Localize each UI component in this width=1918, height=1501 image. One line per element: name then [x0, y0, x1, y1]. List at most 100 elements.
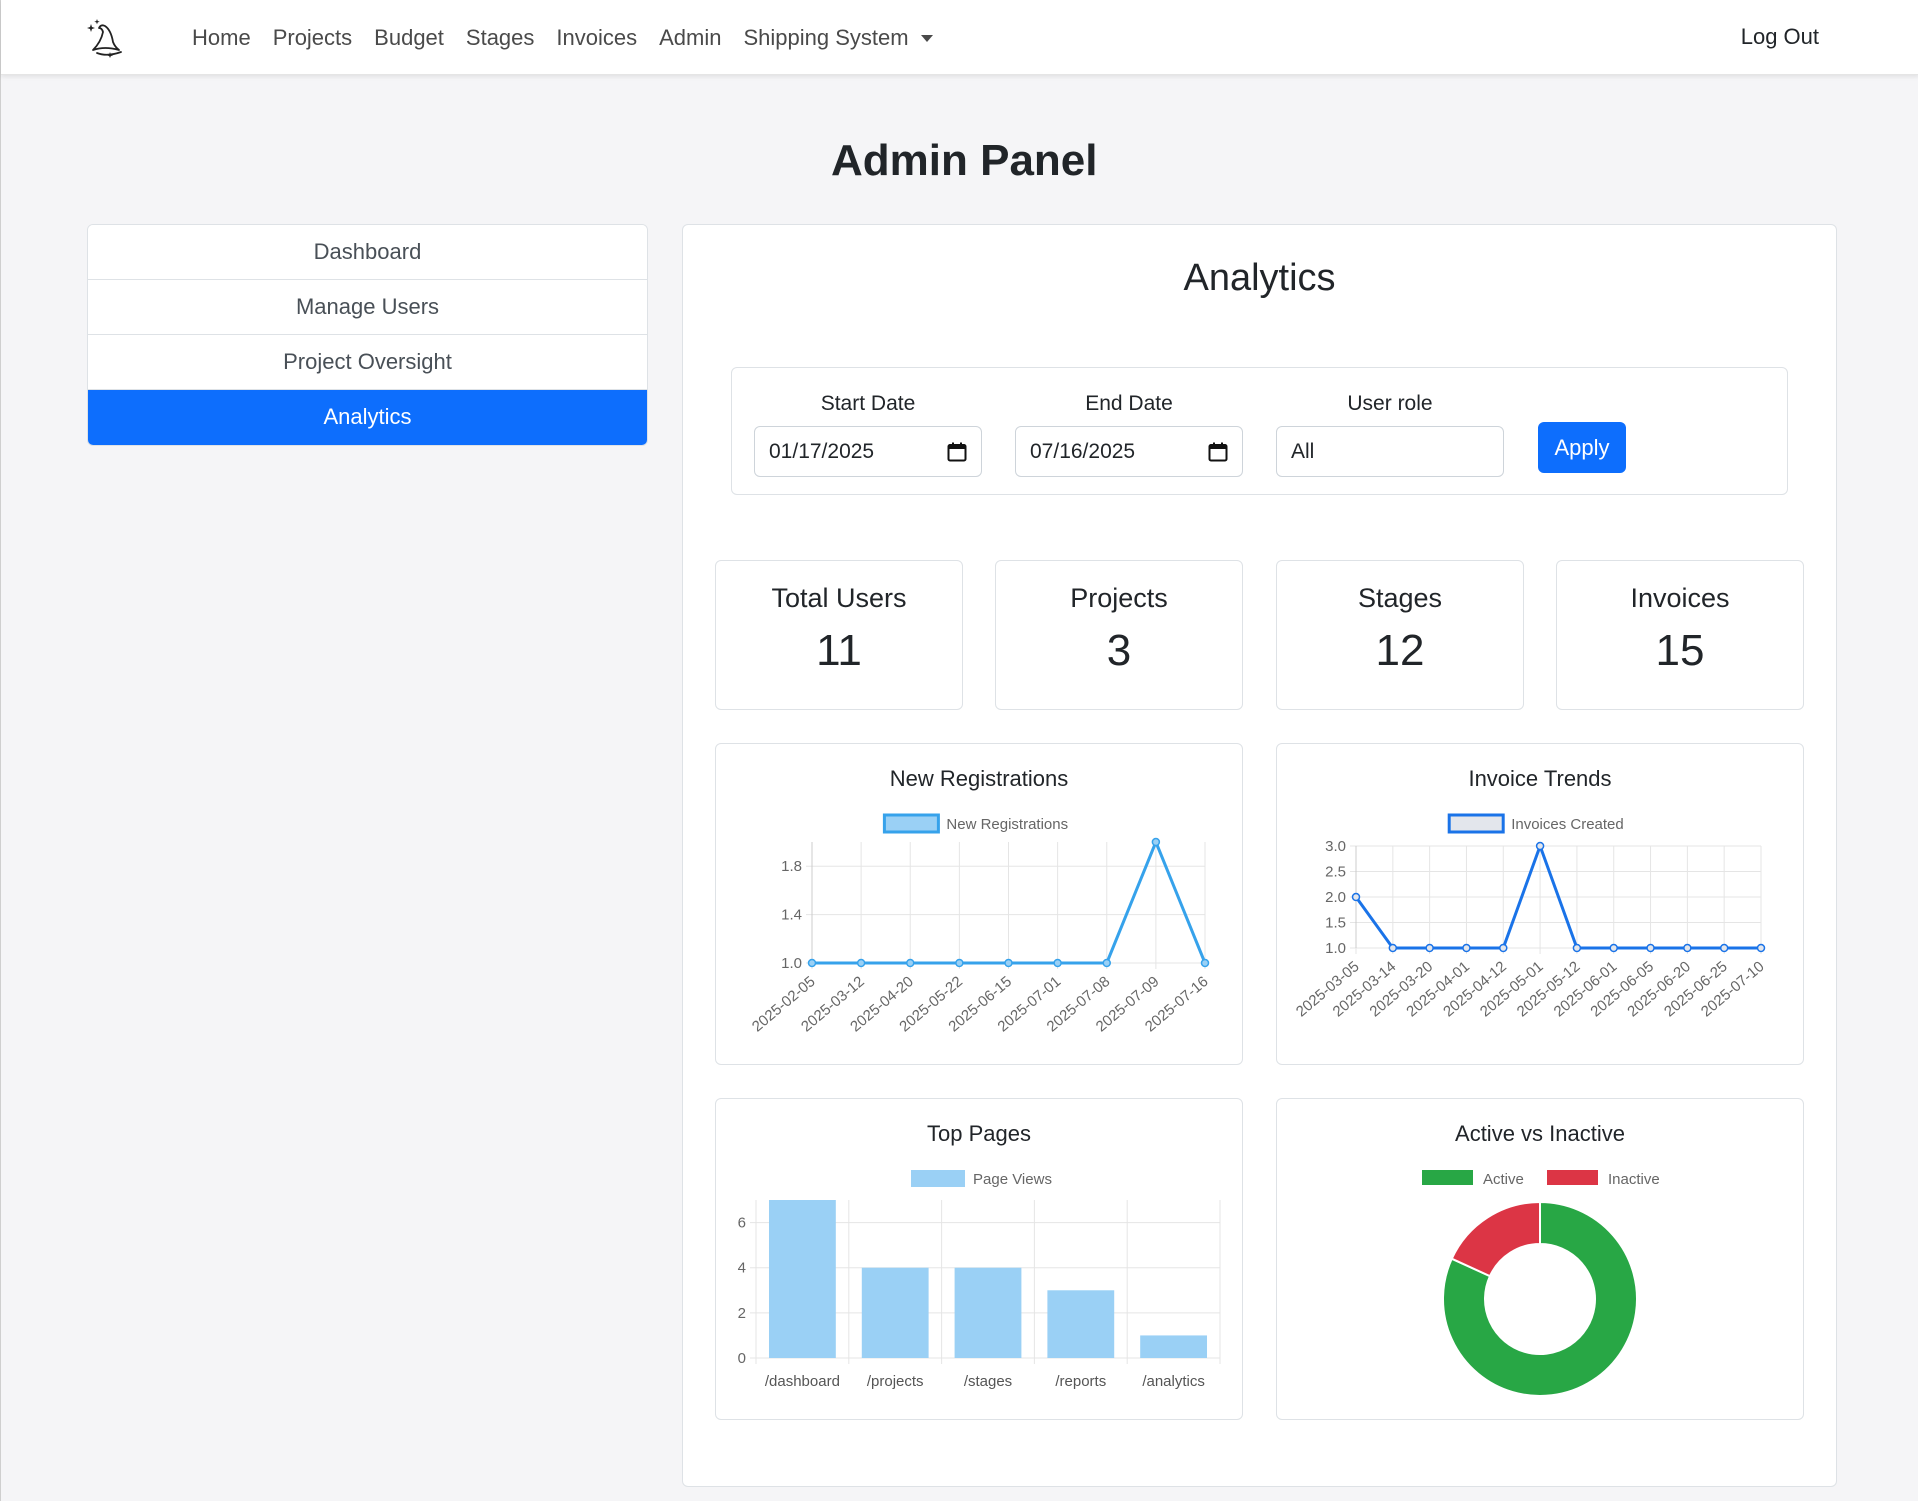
data-point — [1351, 892, 1361, 902]
legend-label: Inactive — [1608, 1171, 1660, 1188]
stat-label: Projects — [1070, 583, 1168, 613]
data-point — [1200, 958, 1210, 968]
stat-card-total-users: Total Users 11 — [715, 560, 963, 710]
data-point — [906, 958, 915, 968]
legend-label: Page Views — [973, 1171, 1052, 1188]
data-point — [1719, 943, 1729, 953]
calendar-icon[interactable] — [947, 442, 967, 462]
nav-shipping-dropdown[interactable]: Shipping System — [743, 24, 933, 51]
filter-form: Start Date 01/17/2025 End Date 07/16/202… — [731, 367, 1788, 495]
stat-value: 12 — [1375, 626, 1425, 675]
data-point — [1053, 958, 1062, 968]
legend-swatch — [1447, 813, 1505, 834]
y-tick-label: 1.0 — [781, 955, 802, 972]
page-title-text: Admin Panel — [831, 136, 1098, 185]
wizard-hat-icon[interactable] — [85, 16, 127, 58]
sidebar-item-manage-users[interactable]: Manage Users — [88, 280, 647, 335]
data-point — [1499, 943, 1508, 953]
data-point — [1151, 837, 1161, 847]
user-role-label: User role — [1347, 392, 1433, 415]
y-tick-label: 3.0 — [1325, 838, 1346, 855]
nav-admin[interactable]: Admin — [659, 25, 721, 51]
stat-card-projects: Projects 3 — [995, 560, 1243, 710]
y-tick-label: 4 — [738, 1260, 746, 1277]
nav-home[interactable]: Home — [192, 25, 251, 51]
y-tick-label: 6 — [738, 1215, 746, 1232]
bar — [768, 1200, 836, 1358]
logout-link[interactable]: Log Out — [1741, 24, 1819, 50]
legend-swatch — [911, 1170, 965, 1187]
registrations-line-chart: New Registrations1.01.41.82025-02-052025… — [749, 813, 1212, 1035]
nav-projects[interactable]: Projects — [273, 25, 352, 51]
end-date-input[interactable]: 07/16/2025 — [1015, 426, 1243, 477]
user-role-select[interactable]: All — [1276, 426, 1504, 477]
data-point — [1004, 958, 1013, 968]
stat-value: 3 — [1106, 626, 1132, 675]
data-point — [1425, 943, 1434, 953]
donut-slice — [1450, 1200, 1541, 1278]
y-tick-label: 1.5 — [1325, 915, 1346, 932]
stat-label: Invoices — [1630, 583, 1730, 613]
calendar-icon[interactable] — [1208, 442, 1228, 462]
x-tick-label: /projects — [867, 1373, 924, 1390]
legend-label: New Registrations — [946, 816, 1068, 833]
sidebar-item-dashboard[interactable]: Dashboard — [88, 225, 647, 280]
chart-card-invoice-trends: Invoice Trends Invoices Created 1.0 1.5 2.0… — [1276, 743, 1804, 1065]
data-point — [1609, 943, 1618, 953]
data-point — [1683, 943, 1692, 953]
y-tick-label: 2 — [738, 1305, 746, 1322]
nav-budget[interactable]: Budget — [374, 25, 444, 51]
y-tick-label: 1.0 — [1325, 940, 1346, 957]
sidebar-item-project-oversight[interactable]: Project Oversight — [88, 335, 647, 390]
y-tick-label: 1.8 — [781, 858, 802, 875]
y-tick-label: 2.5 — [1325, 864, 1346, 881]
stat-value: 11 — [816, 626, 862, 675]
stat-value: 15 — [1655, 626, 1705, 675]
data-point — [1388, 943, 1398, 953]
caret-down-icon — [920, 35, 933, 42]
analytics-title: Analytics — [1183, 257, 1336, 299]
data-point — [807, 958, 817, 968]
x-tick-label: /reports — [1055, 1373, 1106, 1390]
chart-card-active-inactive: Active vs Inactive Active Inactive — [1276, 1098, 1804, 1420]
end-date-value: 07/16/2025 — [1030, 439, 1136, 463]
admin-sidebar: Dashboard Manage Users Project Oversight… — [87, 224, 648, 446]
chart-card-top-pages: Top Pages Page Views 0 2 4 6/dashboard/proje… — [715, 1098, 1243, 1420]
invoice-trends-line-chart: Invoices Created1.01.52.02.53.02025-03-0… — [1293, 813, 1768, 1020]
active-inactive-donut-chart: Active Inactive — [1422, 1170, 1660, 1397]
bar — [861, 1267, 929, 1358]
stat-label: Stages — [1357, 583, 1443, 613]
data-point — [1572, 943, 1582, 953]
x-tick-label: /stages — [964, 1373, 1012, 1390]
nav-invoices[interactable]: Invoices — [556, 25, 637, 51]
apply-button[interactable]: Apply — [1538, 422, 1626, 473]
chart-card-registrations: New Registrations New Registrations 1.0 1.… — [715, 743, 1243, 1065]
stat-card-stages: Stages 12 — [1276, 560, 1524, 710]
start-date-field: Start Date 01/17/2025 — [754, 392, 982, 477]
data-point — [1535, 841, 1545, 851]
y-tick-label: 0 — [738, 1350, 746, 1367]
start-date-label: Start Date — [820, 392, 916, 415]
end-date-field: End Date 07/16/2025 — [1015, 392, 1243, 477]
analytics-panel: Analytics Start Date 01/17/2025 End Date… — [682, 224, 1837, 1487]
sidebar-item-analytics[interactable]: Analytics — [88, 390, 647, 445]
nav-shipping-label: Shipping System — [743, 24, 909, 50]
top-pages-bar-chart: Page Views 0 2 4 6/dashboard/projects/stages… — [738, 1170, 1221, 1390]
stat-label: Total Users — [771, 583, 907, 613]
stat-card-invoices: Invoices 15 — [1556, 560, 1804, 710]
data-point — [1646, 943, 1655, 953]
legend-label: Invoices Created — [1511, 816, 1624, 833]
data-point — [955, 958, 964, 968]
data-point — [1102, 958, 1111, 968]
bar — [1140, 1335, 1208, 1358]
data-point — [856, 958, 866, 968]
user-role-field: User role All — [1276, 392, 1504, 477]
nav-links: Home Projects Budget Stages Invoices Adm… — [192, 0, 955, 75]
nav-stages[interactable]: Stages — [466, 25, 535, 51]
data-point — [1756, 943, 1766, 953]
start-date-input[interactable]: 01/17/2025 — [754, 426, 982, 477]
y-tick-label: 2.0 — [1325, 889, 1346, 906]
legend-label: Active — [1483, 1171, 1524, 1188]
x-tick-label: /analytics — [1142, 1373, 1205, 1390]
legend-swatch — [882, 813, 940, 834]
